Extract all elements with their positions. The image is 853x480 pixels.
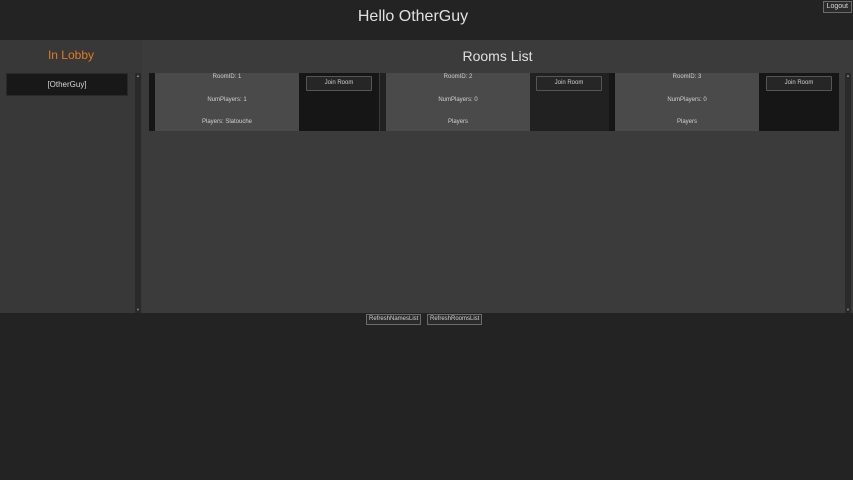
lobby-panel: In Lobby [OtherGuy] ▲ ▼ [0,40,142,313]
rooms-title: Rooms List [462,48,533,64]
rooms-panel: Rooms List RoomID: 1 NumPlayers: 1 Playe… [142,40,853,313]
join-room-button[interactable]: Join Room [306,76,372,91]
logout-button[interactable]: Logout [822,1,852,13]
room-players-label: Players [447,119,468,125]
scroll-up-arrow-icon[interactable]: ▲ [135,73,141,79]
lobby-name-list: [OtherGuy] [6,73,128,96]
scroll-down-arrow-icon[interactable]: ▼ [845,307,851,313]
room-num-players-label: NumPlayers: 0 [667,97,707,103]
room-card-3: RoomID: 3 NumPlayers: 0 Players Join Roo… [609,73,839,131]
rooms-scrollbar[interactable]: ▲ ▼ [845,73,851,313]
room-num-players-label: NumPlayers: 0 [438,97,478,103]
room-id-label: RoomID: 3 [672,74,702,80]
room-card-2: RoomID: 2 NumPlayers: 0 Players Join Roo… [380,73,609,131]
lobby-title: In Lobby [47,48,95,62]
join-room-button[interactable]: Join Room [766,76,832,91]
room-id-label: RoomID: 1 [212,74,242,80]
room-info: RoomID: 2 NumPlayers: 0 Players [386,73,530,131]
lobby-name-item[interactable]: [OtherGuy] [6,73,128,96]
room-num-players-label: NumPlayers: 1 [207,97,247,103]
room-card-1: RoomID: 1 NumPlayers: 1 Players: Slatouc… [149,73,379,131]
room-info: RoomID: 3 NumPlayers: 0 Players [615,73,759,131]
room-id-label: RoomID: 2 [443,74,473,80]
scroll-down-arrow-icon[interactable]: ▼ [135,307,141,313]
greeting-title: Hello OtherGuy [357,8,469,25]
lobby-scrollbar[interactable]: ▲ ▼ [135,73,141,313]
header: Hello OtherGuy Logout [0,0,853,40]
refresh-rooms-button[interactable]: RefreshRoomsList [427,314,483,325]
refresh-names-button[interactable]: RefreshNamesList [366,314,422,325]
scroll-up-arrow-icon[interactable]: ▲ [845,73,851,79]
room-info: RoomID: 1 NumPlayers: 1 Players: Slatouc… [155,73,299,131]
room-players-label: Players: Slatouche [201,119,253,125]
join-room-button[interactable]: Join Room [536,76,602,91]
room-players-label: Players [676,119,697,125]
